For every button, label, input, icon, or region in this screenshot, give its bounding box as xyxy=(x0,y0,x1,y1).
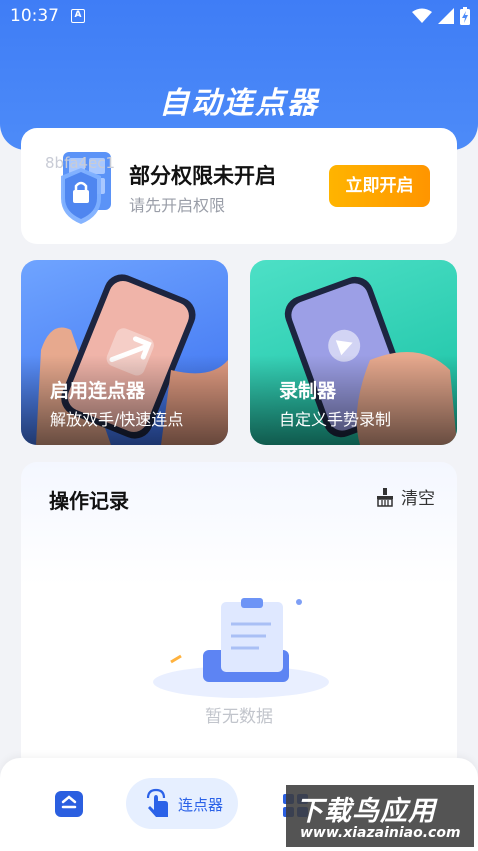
operation-log-card: 操作记录 清空 暂无数据 xyxy=(21,462,457,772)
log-title: 操作记录 xyxy=(49,489,129,513)
empty-clipboard-icon xyxy=(153,598,329,698)
status-icons xyxy=(412,7,470,25)
home-icon[interactable] xyxy=(55,791,83,817)
clear-button[interactable]: 清空 xyxy=(375,484,435,509)
app-title: 自动连点器 xyxy=(159,86,319,121)
recorder-title: 录制器 xyxy=(279,380,337,402)
permission-overlay-text: 8bfa4ec1 xyxy=(45,154,116,172)
tap-icon xyxy=(146,788,168,817)
permission-subtitle: 请先开启权限 xyxy=(129,196,226,215)
status-bar: 10:37 A xyxy=(0,0,478,34)
battery-charging-icon xyxy=(460,7,470,25)
start-clicker-card[interactable]: 启用连点器 解放双手/快速连点 xyxy=(21,260,228,445)
recorder-subtitle: 自定义手势录制 xyxy=(279,410,392,429)
nav-clicker-label: 连点器 xyxy=(178,796,224,814)
enable-now-button[interactable]: 立即开启 xyxy=(329,165,430,207)
watermark-main: 下载鸟应用 xyxy=(296,796,436,827)
broom-icon xyxy=(377,487,393,507)
start-clicker-title: 启用连点器 xyxy=(50,380,146,402)
empty-text: 暂无数据 xyxy=(205,707,273,727)
wifi-icon xyxy=(412,8,432,23)
permission-card: 8bfa4ec1 部分权限未开启 请先开启权限 立即开启 xyxy=(21,128,457,244)
watermark: 下载鸟应用 www.xiazainiao.com xyxy=(286,785,474,847)
start-clicker-subtitle: 解放双手/快速连点 xyxy=(50,410,184,429)
a-icon: A xyxy=(71,9,85,23)
signal-icon xyxy=(438,8,454,24)
permission-title: 部分权限未开启 xyxy=(129,164,276,188)
nav-clicker-tab[interactable]: 连点器 xyxy=(126,778,238,829)
watermark-url: www.xiazainiao.com xyxy=(300,825,461,841)
status-time: 10:37 xyxy=(10,6,59,26)
recorder-card[interactable]: 录制器 自定义手势录制 xyxy=(250,260,457,445)
clear-label: 清空 xyxy=(401,489,435,509)
